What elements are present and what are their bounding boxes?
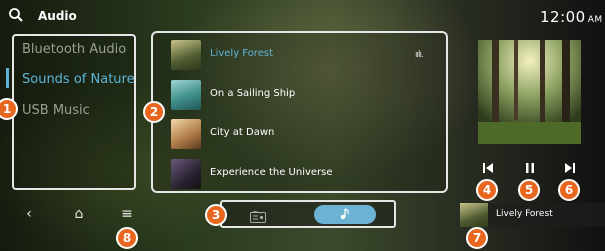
callout-5: 5	[518, 179, 540, 201]
top-bar: Audio 12:00 AM	[0, 0, 605, 34]
list-item[interactable]: On a Sailing Ship	[171, 80, 441, 112]
skip-previous-icon[interactable]	[481, 161, 495, 175]
source-list: Bluetooth Audio Sounds of Nature USB Mus…	[12, 34, 136, 190]
track-title: Experience the Universe	[210, 167, 333, 178]
list-item[interactable]: Lively Forest ıılı.	[171, 40, 441, 72]
track-title: Lively Forest	[210, 48, 273, 59]
track-thumbnail	[171, 159, 201, 189]
callout-4: 4	[476, 179, 498, 201]
back-icon[interactable]: ‹	[20, 205, 38, 223]
track-thumbnail	[171, 119, 201, 149]
list-item[interactable]: Experience the Universe	[171, 159, 441, 191]
page-title: Audio	[38, 9, 77, 23]
callout-7: 7	[466, 227, 488, 249]
track-thumbnail	[171, 40, 201, 70]
search-icon[interactable]	[8, 7, 24, 27]
sidebar-item-usb-music[interactable]: USB Music	[22, 103, 90, 118]
clock: 12:00 AM	[540, 8, 603, 26]
track-thumbnail	[171, 80, 201, 110]
track-list: Lively Forest ıılı. On a Sailing Ship Ci…	[151, 31, 448, 193]
audio-screen: Audio 12:00 AM Bluetooth Audio Sounds of …	[0, 0, 605, 251]
media-source-button[interactable]	[314, 205, 376, 224]
playback-controls	[478, 161, 583, 179]
mini-player-title: Lively Forest	[496, 209, 553, 219]
menu-icon[interactable]: ≡	[118, 205, 136, 223]
clock-ampm: AM	[587, 15, 603, 25]
sidebar-item-bluetooth-audio[interactable]: Bluetooth Audio	[22, 42, 126, 57]
sidebar-item-sounds-of-nature[interactable]: Sounds of Nature	[22, 72, 135, 87]
track-title: City at Dawn	[210, 127, 275, 138]
clock-time: 12:00	[540, 8, 586, 26]
skip-next-icon[interactable]	[563, 161, 577, 175]
selected-indicator	[6, 68, 9, 88]
album-art	[478, 40, 581, 144]
list-item[interactable]: City at Dawn	[171, 119, 441, 151]
media-source-bar	[220, 200, 396, 228]
callout-3: 3	[205, 204, 227, 226]
callout-2: 2	[143, 101, 165, 123]
callout-6: 6	[558, 179, 580, 201]
callout-8: 8	[116, 227, 138, 249]
pause-icon[interactable]	[523, 161, 537, 175]
mini-thumbnail	[460, 203, 488, 227]
mini-player[interactable]: Lively Forest	[460, 203, 605, 227]
equalizer-icon: ıılı.	[415, 50, 424, 60]
track-title: On a Sailing Ship	[210, 88, 296, 99]
radio-icon[interactable]	[250, 208, 266, 223]
home-icon[interactable]: ⌂	[70, 205, 88, 223]
